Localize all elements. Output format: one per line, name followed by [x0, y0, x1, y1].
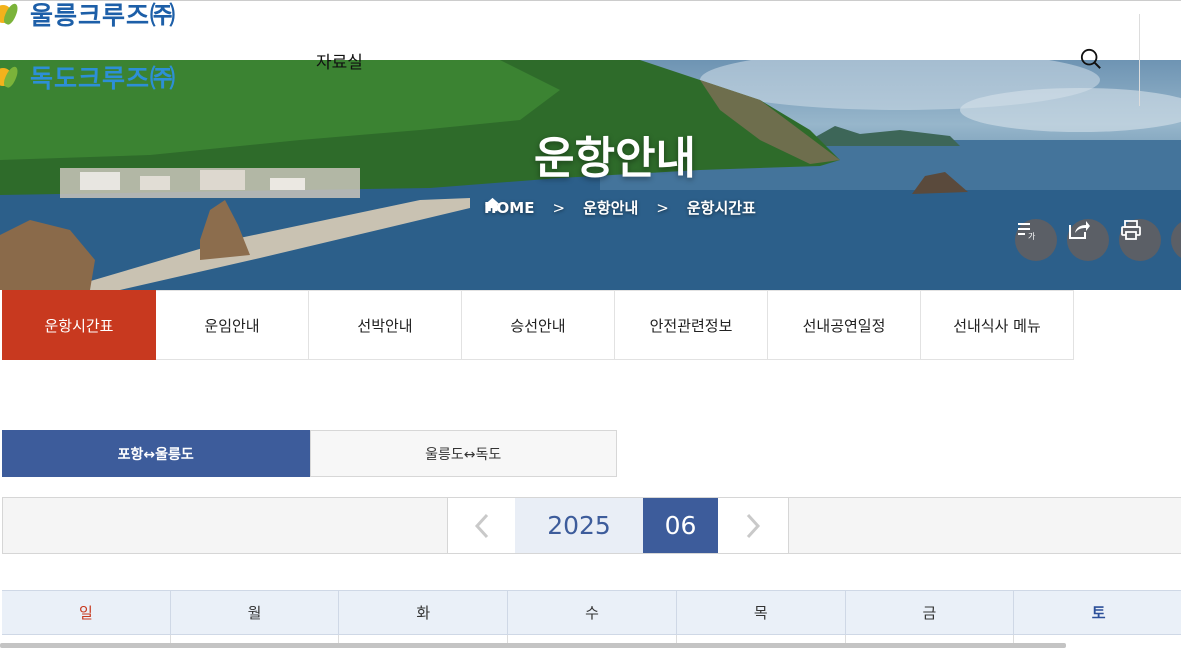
header-divider — [1139, 14, 1140, 106]
chevron-left-icon — [474, 513, 489, 538]
logo-text: 독도크루즈㈜ — [30, 64, 177, 93]
weekday-sun: 일 — [2, 591, 171, 634]
tab-performance[interactable]: 선내공연일정 — [768, 290, 921, 360]
hero-banner: 운항안내 HOME > 운항안내 > 운항시간표 가 — [0, 60, 1181, 290]
breadcrumb-separator: > — [656, 198, 669, 217]
breadcrumb-level2[interactable]: 운항시간표 — [687, 197, 756, 218]
weekday-thu: 목 — [677, 591, 846, 634]
nav-item-archive[interactable]: 자료실 — [316, 48, 363, 73]
next-month-button[interactable] — [718, 498, 789, 553]
month-display: 06 — [643, 498, 718, 553]
print-icon — [1121, 220, 1141, 240]
share-icon — [1069, 221, 1090, 239]
weekday-fri: 금 — [846, 591, 1015, 634]
print-button[interactable] — [1119, 219, 1161, 261]
tab-boarding[interactable]: 승선안내 — [462, 290, 615, 360]
logo-dokdo-cruise[interactable]: 독도크루즈㈜ — [0, 62, 177, 93]
tab-safety[interactable]: 안전관련정보 — [615, 290, 768, 360]
year-display: 2025 — [515, 498, 643, 553]
logo-text: 울릉크루즈㈜ — [30, 1, 177, 30]
weekday-tue: 화 — [339, 591, 509, 634]
breadcrumb-separator: > — [552, 198, 566, 217]
horizontal-scrollbar[interactable] — [0, 643, 1066, 648]
weekday-sat: 토 — [1091, 604, 1106, 622]
prev-month-button[interactable] — [447, 498, 517, 553]
logo-mark-icon — [0, 1, 26, 27]
share-button[interactable] — [1067, 219, 1109, 261]
logo-mark-icon — [0, 64, 26, 90]
route-selector: 포항↔울릉도 울릉도↔독도 — [2, 430, 617, 477]
month-selector: 2025 06 — [2, 497, 1181, 554]
weekday-mon: 월 — [171, 591, 340, 634]
page-title: 운항안내 — [534, 133, 696, 184]
home-icon[interactable] — [484, 197, 501, 212]
calendar-weekday-header: 일 월 화 수 목 금 토 — [2, 590, 1181, 635]
tab-fare[interactable]: 운임안내 — [156, 290, 309, 360]
text-size-button[interactable]: 가 — [1015, 219, 1057, 261]
breadcrumb-level1[interactable]: 운항안내 — [583, 197, 638, 218]
text-size-icon: 가 — [1018, 223, 1036, 241]
search-icon[interactable] — [1080, 48, 1102, 70]
tab-vessel[interactable]: 선박안내 — [309, 290, 462, 360]
svg-text:가: 가 — [1028, 232, 1036, 241]
breadcrumb: HOME > 운항안내 > 운항시간표 — [484, 197, 756, 218]
tab-meal-menu[interactable]: 선내식사 메뉴 — [921, 290, 1074, 360]
route-ulleung-dokdo[interactable]: 울릉도↔독도 — [309, 430, 617, 477]
weekday-wed: 수 — [508, 591, 677, 634]
logo-ulleung-cruise[interactable]: 울릉크루즈㈜ — [0, 0, 177, 30]
sub-navigation-tabs: 운항시간표 운임안내 선박안내 승선안내 안전관련정보 선내공연일정 선내식사 … — [2, 290, 1074, 360]
route-pohang-ulleung[interactable]: 포항↔울릉도 — [2, 430, 310, 477]
chevron-right-icon — [746, 513, 761, 538]
tab-schedule[interactable]: 운항시간표 — [2, 290, 156, 360]
top-header — [0, 0, 1181, 60]
